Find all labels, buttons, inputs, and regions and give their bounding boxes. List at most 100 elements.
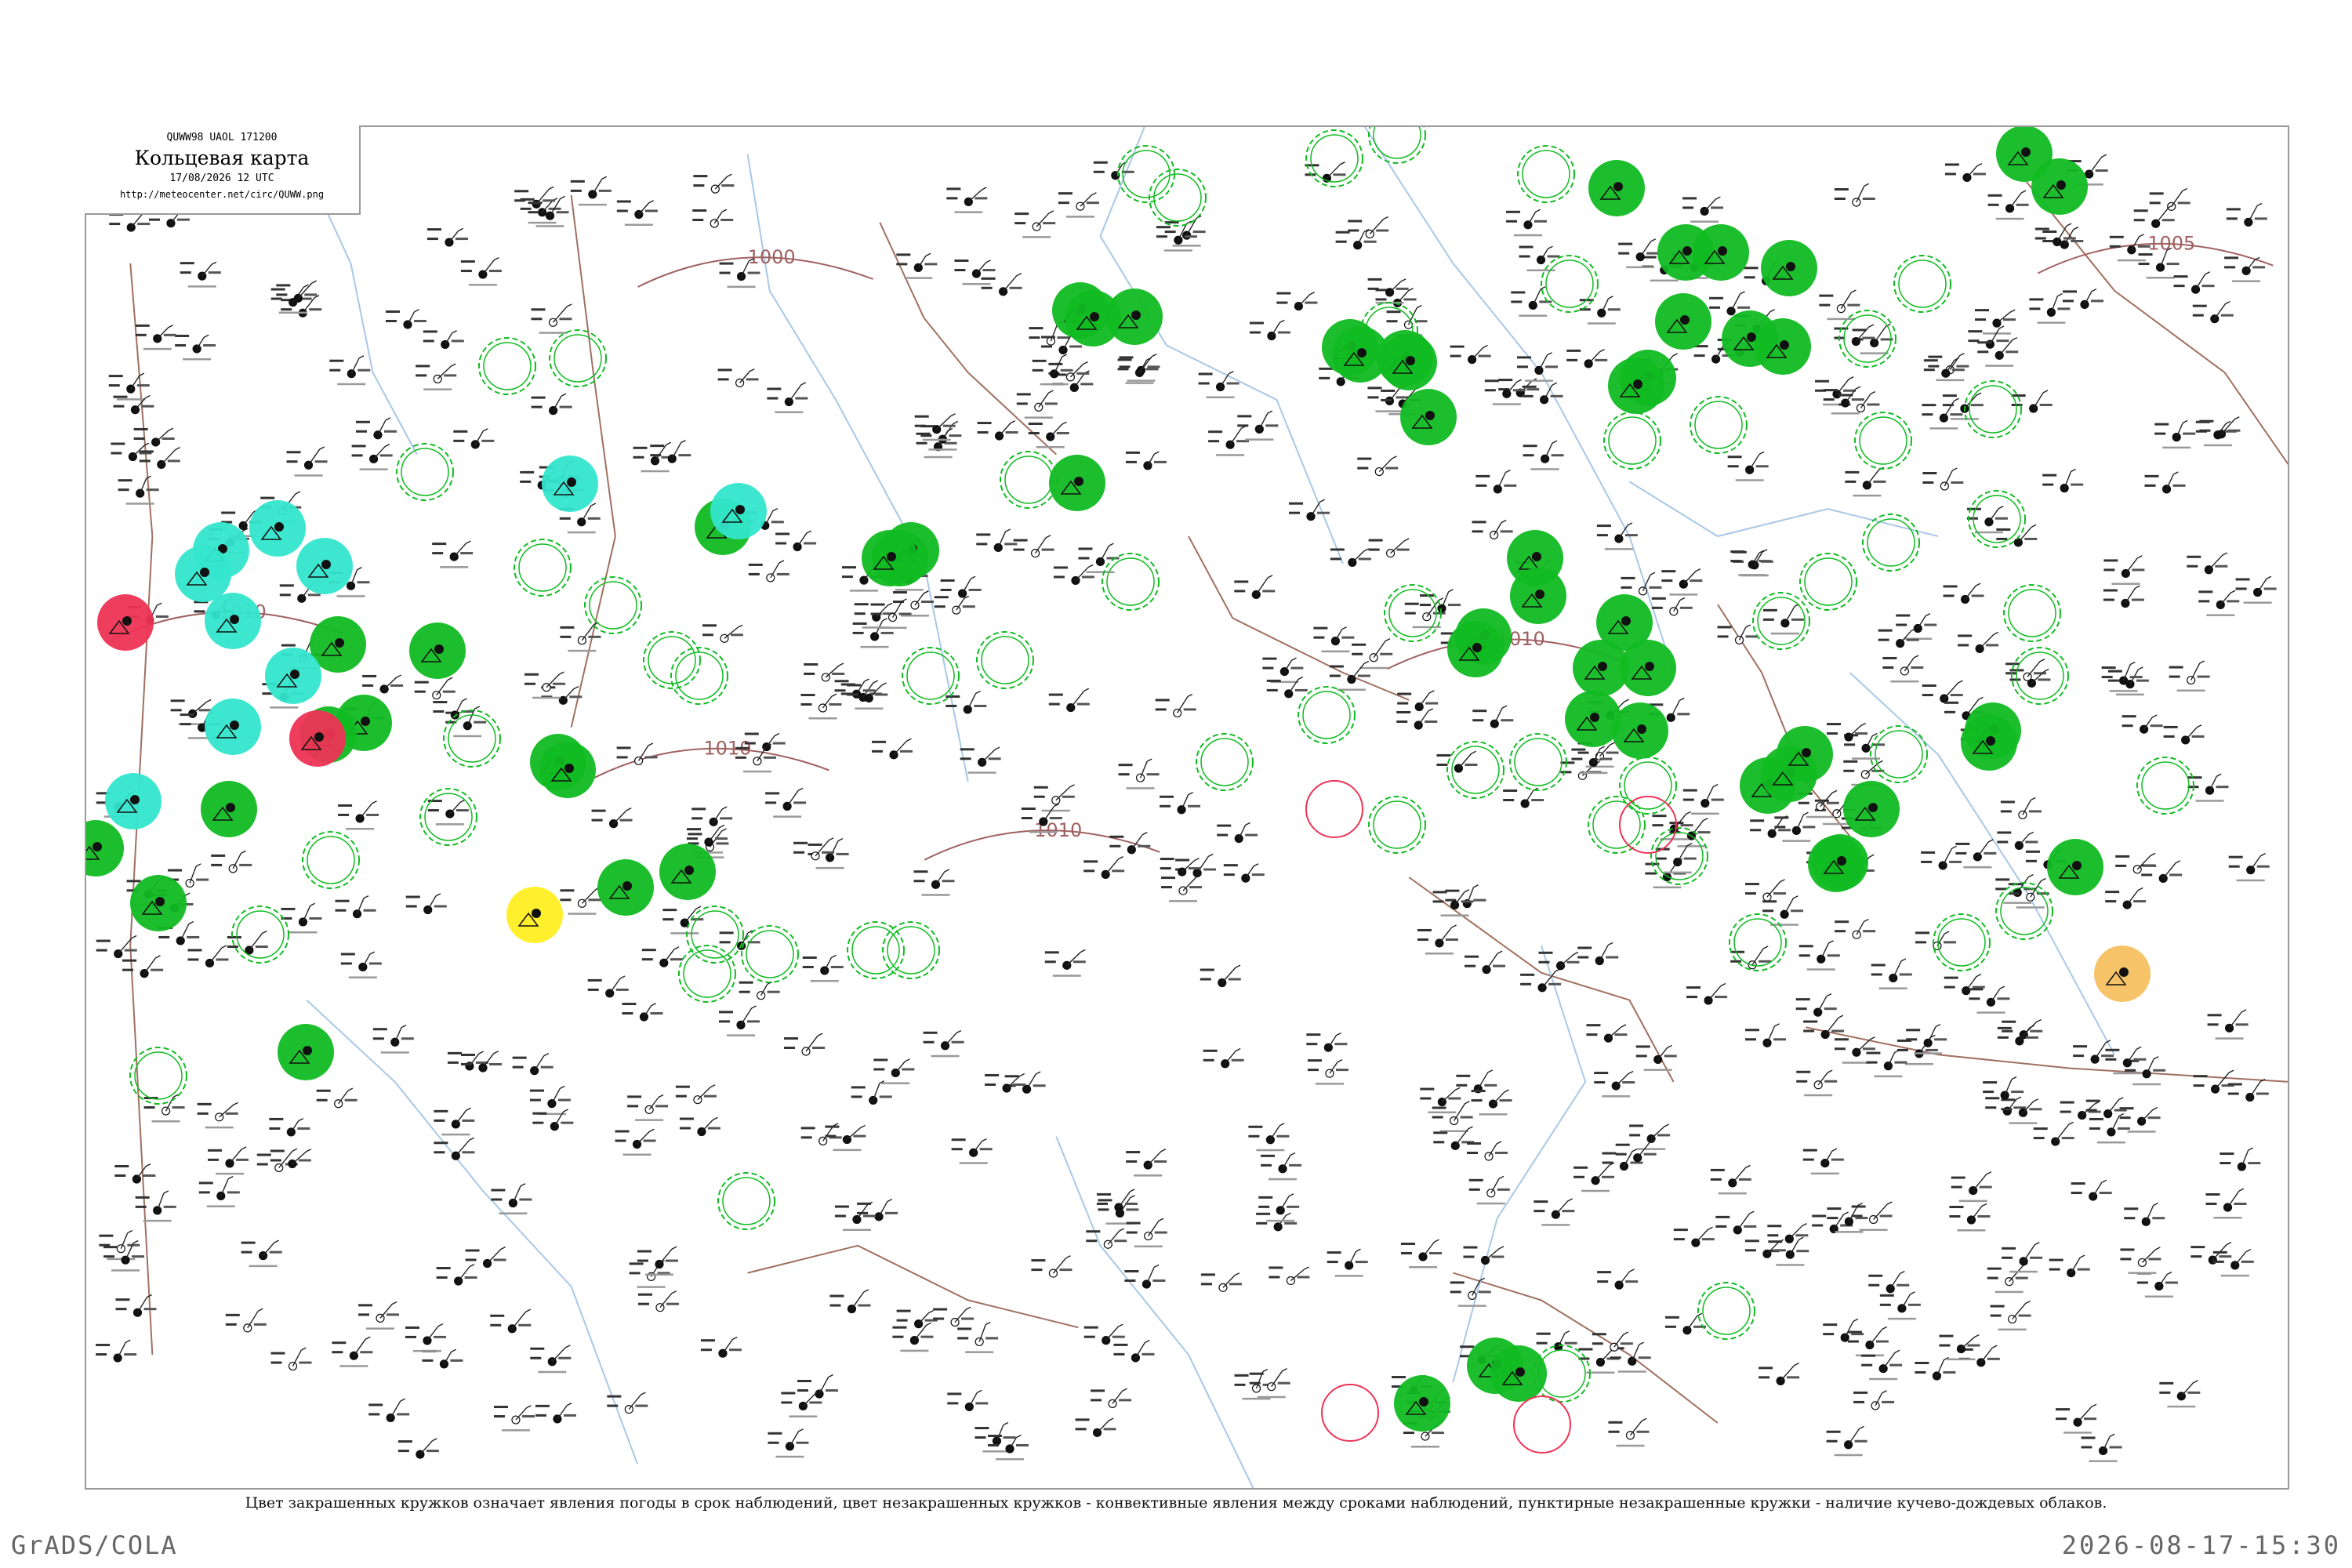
value-mark	[2219, 1255, 2232, 1258]
station-name-mark	[1947, 1358, 1976, 1361]
value-mark	[1745, 635, 1759, 638]
value-mark	[2049, 1258, 2063, 1261]
value-mark	[255, 946, 268, 949]
value-mark	[520, 470, 535, 474]
value-mark	[1417, 938, 1428, 941]
station-name-mark	[1860, 352, 1889, 354]
value-mark	[96, 1353, 107, 1356]
wind-barb	[2082, 1101, 2100, 1116]
station-name-mark	[726, 1034, 755, 1036]
station-name-mark	[1887, 1317, 1916, 1320]
station-name-mark	[1242, 1397, 1271, 1400]
value-mark	[643, 1139, 656, 1142]
wind-barb	[936, 413, 956, 430]
value-mark	[2101, 676, 2113, 679]
value-mark	[135, 1196, 150, 1199]
value-mark	[1491, 1255, 1504, 1258]
value-mark	[1080, 383, 1094, 386]
station-name-mark	[928, 448, 957, 451]
value-mark	[1949, 1206, 1964, 1209]
station-dot	[463, 721, 472, 731]
value-mark	[960, 757, 971, 760]
value-mark	[1778, 829, 1791, 832]
value-mark	[1762, 909, 1774, 913]
value-mark	[491, 1198, 503, 1201]
value-mark	[1420, 1087, 1435, 1091]
value-mark	[2015, 1276, 2028, 1279]
value-mark	[1450, 1281, 1465, 1284]
station-name-mark	[1127, 379, 1156, 382]
station-name-mark	[1040, 383, 1069, 386]
cb-cloud-ring	[1854, 412, 1912, 470]
value-mark	[923, 1031, 938, 1034]
value-mark	[1608, 1421, 1623, 1424]
value-mark	[270, 1159, 281, 1162]
value-mark	[2144, 484, 2156, 487]
value-mark	[401, 1037, 414, 1040]
value-mark	[2199, 429, 2211, 432]
station-dot	[1637, 724, 1646, 734]
value-mark	[1608, 1430, 1620, 1433]
value-mark	[1523, 445, 1537, 448]
value-mark	[1951, 1185, 1962, 1189]
value-mark	[127, 1243, 140, 1247]
cb-cloud-ring	[1149, 169, 1207, 227]
value-mark	[1471, 1090, 1486, 1093]
value-mark	[340, 953, 355, 956]
value-mark	[1744, 1240, 1759, 1243]
value-mark	[368, 1413, 380, 1416]
cb-cloud-ring	[1298, 686, 1356, 744]
value-mark	[1005, 431, 1018, 434]
station-name-mark	[931, 1054, 960, 1058]
value-mark	[900, 750, 913, 753]
value-mark	[615, 1130, 630, 1133]
value-mark	[2144, 474, 2159, 477]
value-mark	[269, 1250, 282, 1254]
value-mark	[2187, 564, 2198, 568]
value-mark	[253, 1323, 267, 1326]
value-mark	[1113, 1343, 1128, 1346]
value-mark	[1265, 424, 1279, 427]
value-mark	[2159, 1381, 2174, 1385]
station-name-mark	[833, 1149, 862, 1152]
value-mark	[1262, 666, 1274, 670]
value-mark	[1396, 710, 1411, 713]
station-name-mark	[578, 203, 607, 206]
map-title: Кольцевая карта	[134, 147, 310, 169]
value-mark	[175, 334, 190, 337]
value-mark	[678, 454, 691, 457]
value-mark	[1536, 1341, 1548, 1345]
station-name-mark	[1086, 571, 1115, 573]
station-dot	[1472, 643, 1482, 652]
value-mark	[1083, 1326, 1098, 1329]
value-mark	[1538, 951, 1553, 954]
station-name-mark	[1134, 1245, 1163, 1248]
value-mark	[163, 333, 176, 336]
value-mark	[1471, 1099, 1483, 1102]
convective-ring	[1302, 691, 1351, 739]
wind-barb	[196, 334, 209, 350]
value-mark	[985, 1073, 1000, 1076]
value-mark	[2034, 227, 2049, 230]
value-mark	[892, 1326, 907, 1329]
value-mark	[340, 962, 352, 965]
value-mark	[1983, 1091, 1994, 1094]
value-mark	[1596, 534, 1608, 537]
value-mark	[1237, 424, 1249, 427]
value-mark	[914, 424, 926, 427]
value-mark	[270, 1149, 285, 1152]
value-mark	[1646, 252, 1660, 255]
value-mark	[481, 439, 495, 442]
value-mark	[1922, 413, 1933, 416]
station-dot	[1493, 485, 1502, 494]
value-mark	[2002, 1020, 2016, 1023]
wind-barb	[1327, 1032, 1341, 1048]
value-mark	[2220, 314, 2234, 317]
value-mark	[686, 828, 701, 831]
value-mark	[1119, 365, 1131, 368]
value-mark	[2256, 1092, 2269, 1095]
station-name-mark	[1718, 1192, 1747, 1195]
station-name-mark	[1914, 1052, 1943, 1054]
border-line	[1408, 877, 1675, 1083]
value-mark	[531, 405, 543, 408]
